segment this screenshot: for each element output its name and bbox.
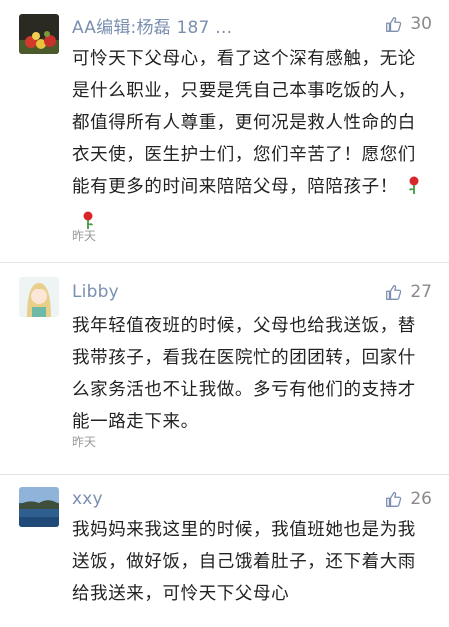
comment-text: 可怜天下父母心，看了这个深有感触，无论是什么职业，只要是凭自己本事吃饭的人，都值… — [72, 43, 432, 241]
comment-text: 我年轻值夜班的时候，父母也给我送饭，替我带孩子，看我在医院忙的团团转，回家什么家… — [72, 310, 432, 438]
comment-item: AA编辑:杨磊 187 … 30 可怜天下父母心，看了这个深有感触，无论是什么职… — [0, 0, 449, 262]
avatar[interactable] — [19, 277, 59, 317]
comment-body: 我年轻值夜班的时候，父母也给我送饭，替我带孩子，看我在医院忙的团团转，回家什么家… — [72, 316, 416, 432]
avatar-image — [19, 487, 59, 527]
like-count: 26 — [410, 489, 432, 509]
comment-item: Libby 27 我年轻值夜班的时候，父母也给我送饭，替我带孩子，看我在医院忙的… — [0, 263, 449, 474]
like-button[interactable]: 30 — [385, 12, 432, 36]
thumbs-up-icon — [386, 491, 402, 507]
timestamp: 昨天 — [72, 435, 97, 449]
thumbs-up-icon — [386, 284, 402, 300]
avatar-image — [19, 277, 59, 317]
like-button[interactable]: 26 — [385, 487, 432, 511]
thumbs-up-icon — [386, 16, 402, 32]
like-button[interactable]: 27 — [385, 280, 432, 304]
comment-item: xxy 26 我妈妈来我这里的时候，我值班她也是为我送饭，做好饭，自己饿着肚子，… — [0, 475, 449, 627]
comment-body: 可怜天下父母心，看了这个深有感触，无论是什么职业，只要是凭自己本事吃饭的人，都值… — [72, 49, 416, 197]
avatar[interactable] — [19, 487, 59, 527]
like-count: 30 — [410, 14, 432, 34]
comment-body: 我妈妈来我这里的时候，我值班她也是为我送饭，做好饭，自己饿着肚子，还下着大雨给我… — [72, 520, 416, 604]
username[interactable]: xxy — [72, 489, 103, 509]
like-count: 27 — [410, 282, 432, 302]
username[interactable]: AA编辑:杨磊 187 … — [72, 13, 232, 38]
avatar[interactable] — [19, 14, 59, 54]
avatar-image — [19, 14, 59, 54]
rose-icon — [404, 174, 424, 206]
timestamp: 昨天 — [72, 229, 97, 243]
comment-text: 我妈妈来我这里的时候，我值班她也是为我送饭，做好饭，自己饿着肚子，还下着大雨给我… — [72, 514, 432, 610]
username[interactable]: Libby — [72, 282, 119, 302]
